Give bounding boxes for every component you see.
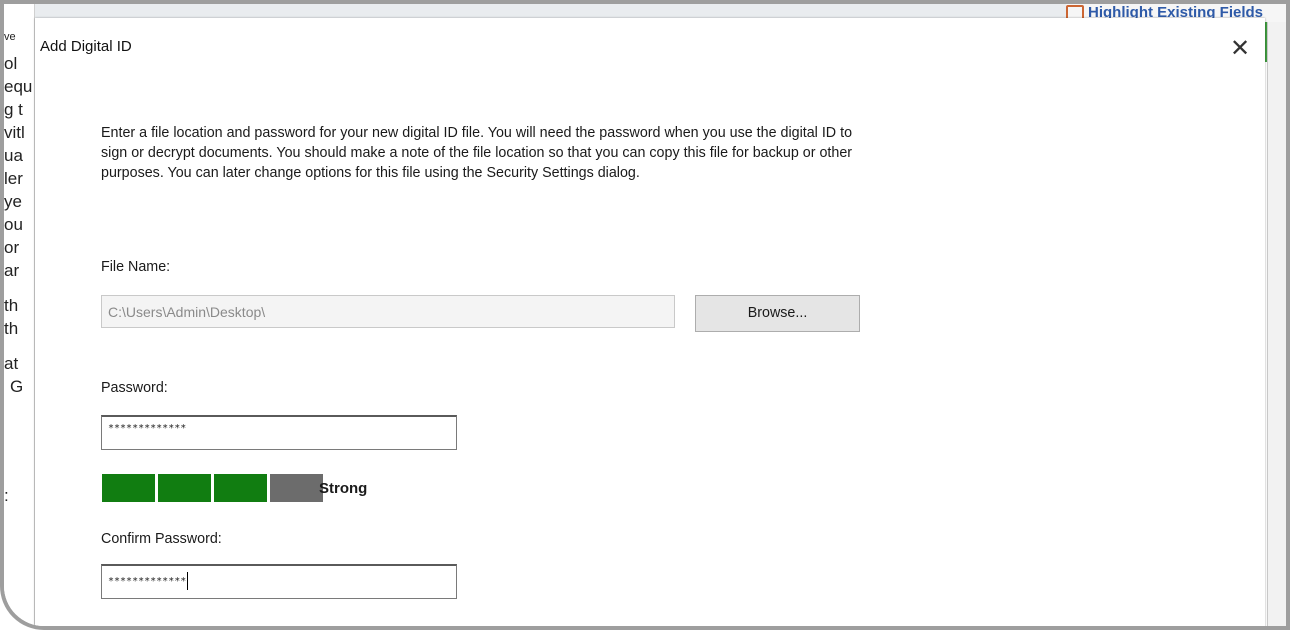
dialog-title-bar[interactable]: Add Digital ID ✕ (35, 18, 1265, 64)
text-caret (187, 572, 189, 590)
dialog-title: Add Digital ID (40, 38, 132, 55)
background-right-panel (1267, 22, 1286, 626)
bg-text-fragment: ua (4, 146, 23, 165)
add-digital-id-dialog: Add Digital ID ✕ Enter a file location a… (35, 18, 1265, 626)
bg-text-fragment: at (4, 354, 19, 373)
bg-text-fragment: G (10, 377, 24, 396)
strength-segment (158, 474, 211, 502)
strength-segment (214, 474, 267, 502)
background-document-text: ve ol equ g t vitl ua ler ye ou or ar th… (4, 4, 35, 626)
confirm-password-label: Confirm Password: (101, 531, 222, 547)
confirm-password-field[interactable]: ************* (101, 564, 457, 599)
close-icon[interactable]: ✕ (1227, 36, 1253, 62)
password-field[interactable]: ************* (101, 415, 457, 450)
strength-segment (102, 474, 155, 502)
bg-text-fragment: g t (4, 100, 23, 119)
password-strength-label: Strong (319, 480, 368, 497)
browse-button[interactable]: Browse... (695, 295, 860, 332)
bg-text-fragment: ve (4, 31, 16, 43)
bg-text-fragment: ye (4, 192, 22, 211)
password-value: ************* (108, 423, 187, 434)
bg-text-fragment: or (4, 238, 20, 257)
bg-text-fragment: vitl (4, 123, 25, 142)
bg-text-fragment: th (4, 319, 19, 338)
bg-text-fragment: equ (4, 77, 33, 96)
file-name-input[interactable] (101, 295, 675, 328)
confirm-password-value: ************* (108, 576, 187, 587)
bg-text-fragment: ar (4, 261, 20, 280)
strength-segment (270, 474, 323, 502)
password-label: Password: (101, 380, 168, 396)
file-name-label: File Name: (101, 259, 171, 275)
bg-text-fragment: th (4, 296, 19, 315)
screenshot-frame: Highlight Existing Fields ve ol equ g t … (0, 0, 1290, 630)
bg-text-fragment: ol (4, 54, 18, 73)
instructions-text: Enter a file location and password for y… (101, 125, 853, 181)
bg-text-fragment: : (4, 486, 9, 505)
bg-text-fragment: ou (4, 215, 23, 234)
bg-text-fragment: ler (4, 169, 23, 188)
